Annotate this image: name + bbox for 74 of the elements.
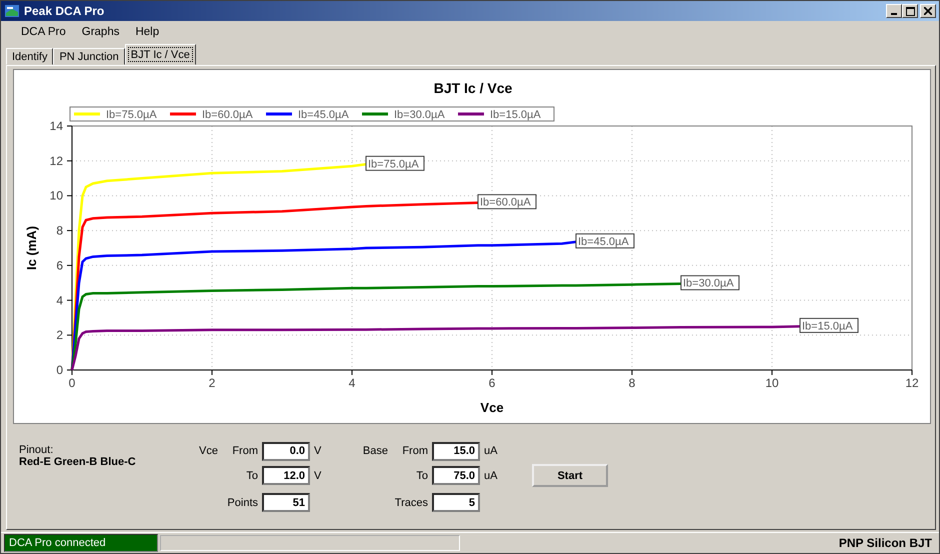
- input-field[interactable]: 5: [432, 493, 480, 512]
- menu-item[interactable]: Graphs: [74, 24, 128, 40]
- pinout-value: Red-E Green-B Blue-C: [19, 456, 137, 468]
- curve-label: Ib=15.0µA: [800, 318, 858, 333]
- y-tick-label: 0: [56, 363, 63, 377]
- chart-title: BJT Ic / Vce: [434, 80, 512, 96]
- curve-label: Ib=60.0µA: [478, 194, 536, 210]
- input-field[interactable]: 75.0: [432, 466, 480, 485]
- y-tick-label: 6: [56, 258, 63, 272]
- menu-item[interactable]: Help: [127, 24, 168, 40]
- tab[interactable]: BJT Ic / Vce: [124, 44, 196, 65]
- window-title: Peak DCA Pro: [24, 4, 106, 18]
- maximize-button[interactable]: [902, 4, 918, 18]
- field-label: From: [231, 445, 258, 457]
- legend-label: Ib=30.0µA: [394, 109, 446, 121]
- annotation: Ib=30.0µA: [683, 278, 734, 290]
- group-label: Base: [362, 445, 388, 457]
- x-tick-label: 0: [68, 376, 76, 390]
- tab[interactable]: Identify: [6, 48, 54, 65]
- legend-item: Ib=45.0µA: [266, 109, 349, 121]
- connection-status: DCA Pro connected: [4, 534, 158, 552]
- legend-item: Ib=75.0µA: [74, 109, 157, 121]
- unit-label: uA: [484, 470, 498, 482]
- legend-label: Ib=75.0µA: [106, 109, 158, 121]
- minimize-button[interactable]: [886, 4, 902, 18]
- unit-label: uA: [484, 445, 498, 457]
- y-tick-label: 2: [56, 328, 63, 342]
- annotation: Ib=75.0µA: [368, 158, 420, 170]
- y-tick-label: 12: [50, 154, 63, 168]
- start-button[interactable]: Start: [532, 464, 608, 487]
- field-label: Traces: [394, 496, 428, 508]
- unit-label: V: [314, 470, 322, 482]
- device-type: PNP Silicon BJT: [838, 536, 933, 550]
- unit-label: V: [314, 445, 322, 457]
- curve-label: Ib=45.0µA: [576, 233, 634, 248]
- annotation: Ib=60.0µA: [480, 196, 532, 209]
- field-label: To: [415, 470, 428, 482]
- legend-item: Ib=30.0µA: [362, 109, 445, 121]
- legend-label: Ib=15.0µA: [490, 109, 542, 121]
- y-axis-title: Ic (mA): [24, 226, 39, 270]
- y-tick-label: 4: [56, 293, 63, 308]
- menu-item[interactable]: DCA Pro: [13, 24, 74, 40]
- x-axis-title: Vce: [480, 400, 504, 415]
- x-tick-label: 4: [348, 376, 356, 390]
- legend-label: Ib=45.0µA: [298, 109, 350, 121]
- close-button[interactable]: [920, 4, 936, 18]
- y-tick-label: 10: [50, 188, 63, 203]
- legend-item: Ib=60.0µA: [170, 109, 253, 121]
- curve-label: Ib=75.0µA: [366, 156, 424, 171]
- field-label: To: [245, 470, 258, 482]
- annotation: Ib=15.0µA: [802, 320, 854, 332]
- curve-label: Ib=30.0µA: [680, 275, 740, 290]
- input-field[interactable]: 12.0: [262, 466, 310, 485]
- input-field[interactable]: 51: [262, 493, 310, 512]
- close-icon: [924, 7, 932, 15]
- annotation: Ib=45.0µA: [578, 236, 630, 248]
- group-label: Vce: [198, 445, 218, 457]
- x-tick-label: 12: [905, 376, 919, 390]
- input-field[interactable]: 15.0: [432, 442, 480, 460]
- maximize-icon: [906, 6, 914, 16]
- app-icon: [4, 4, 20, 18]
- y-tick-label: 14: [50, 119, 63, 133]
- tab[interactable]: PN Junction: [53, 48, 125, 65]
- legend-item: Ib=15.0µA: [458, 109, 541, 121]
- y-tick-label: 8: [56, 224, 63, 238]
- field-label: Points: [226, 496, 258, 508]
- legend-label: Ib=60.0µA: [202, 109, 254, 121]
- x-tick-label: 2: [208, 376, 216, 390]
- x-tick-label: 6: [488, 376, 496, 390]
- x-tick-label: 8: [628, 376, 636, 390]
- field-label: From: [401, 445, 428, 457]
- pinout-label: Pinout:: [19, 444, 54, 456]
- x-tick-label: 10: [765, 376, 779, 390]
- input-field[interactable]: 0.0: [262, 442, 310, 460]
